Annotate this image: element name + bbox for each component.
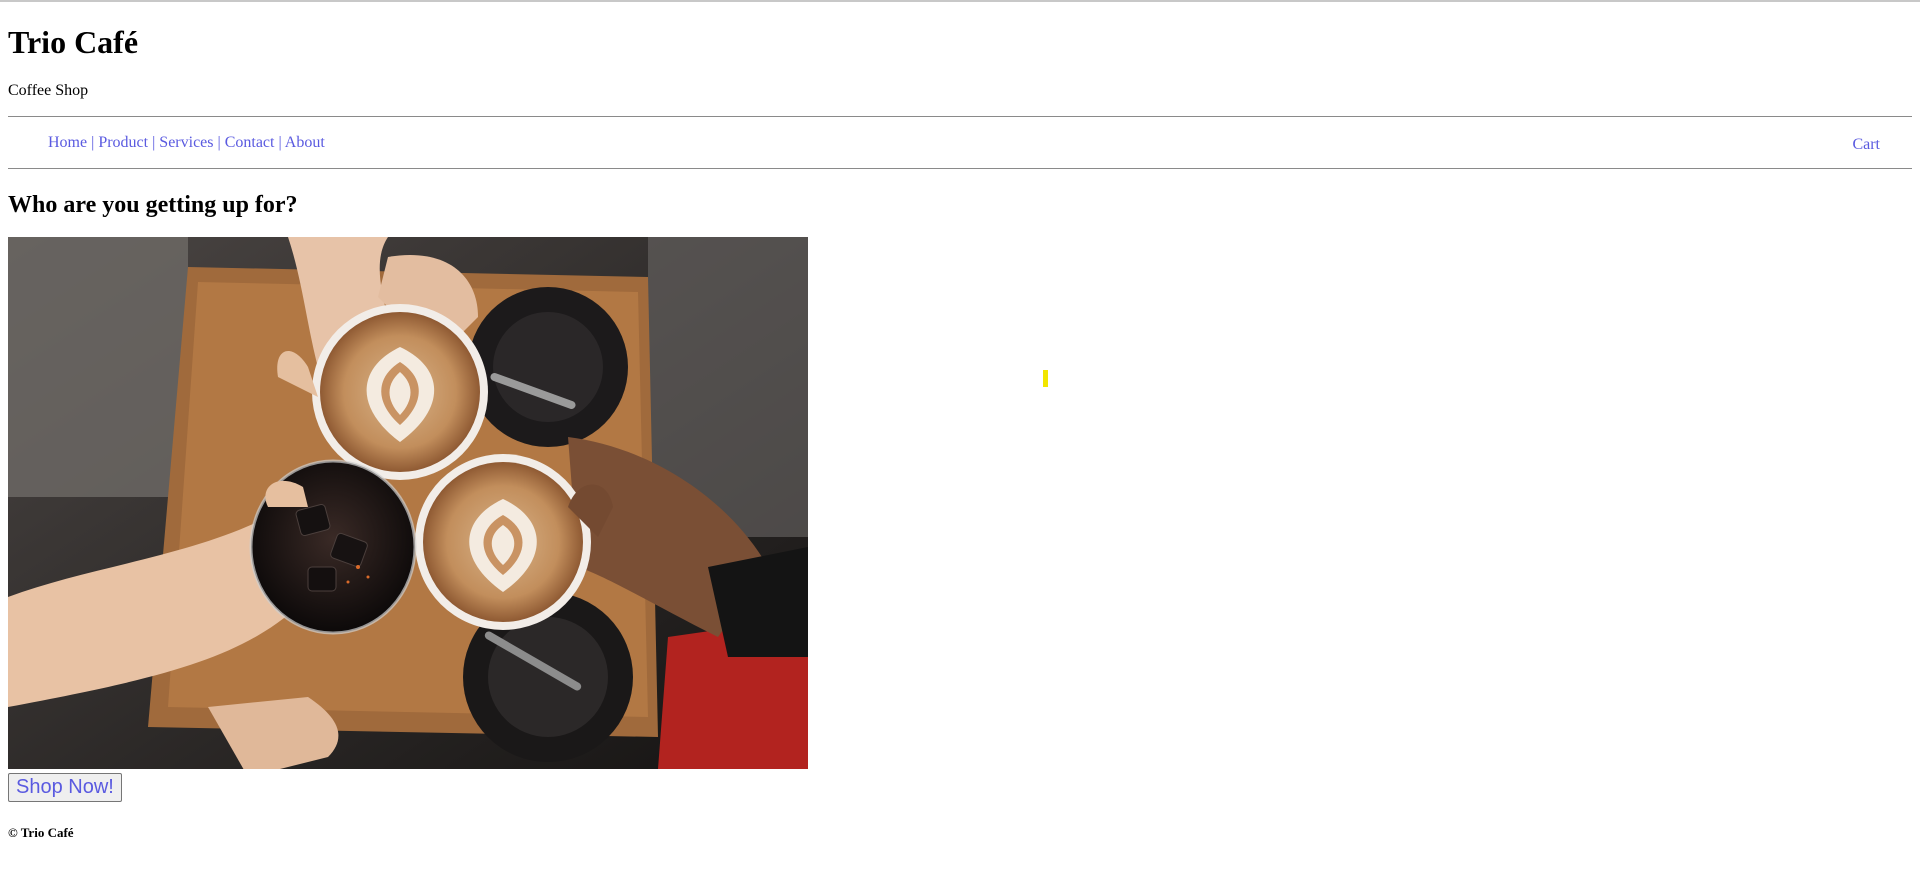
nav-bottom-divider xyxy=(8,168,1912,169)
nav-separator: | xyxy=(278,134,282,151)
nav-link-contact[interactable]: Contact xyxy=(225,134,275,151)
nav-link-product[interactable]: Product xyxy=(98,134,148,151)
cart-link[interactable]: Cart xyxy=(1852,135,1880,155)
footer-copyright: © Trio Café xyxy=(8,825,74,840)
hero-image xyxy=(8,237,808,769)
shop-now-button[interactable]: Shop Now! xyxy=(8,773,122,802)
nav-top-divider xyxy=(8,116,1912,117)
nav-link-home[interactable]: Home xyxy=(48,134,87,151)
main-nav: Home | Product | Services | Contact | Ab… xyxy=(48,133,325,153)
nav-link-about[interactable]: About xyxy=(285,134,325,151)
text-cursor-marker xyxy=(1043,370,1048,387)
nav-separator: | xyxy=(217,134,221,151)
site-title: Trio Café xyxy=(8,24,139,60)
coffee-cups-toast-photo-icon xyxy=(8,237,808,769)
site-tagline: Coffee Shop xyxy=(8,82,89,99)
hero-headline: Who are you getting up for? xyxy=(8,192,298,218)
top-border xyxy=(0,0,1920,2)
nav-separator: | xyxy=(152,134,156,151)
nav-link-services[interactable]: Services xyxy=(159,134,213,151)
nav-separator: | xyxy=(91,134,95,151)
